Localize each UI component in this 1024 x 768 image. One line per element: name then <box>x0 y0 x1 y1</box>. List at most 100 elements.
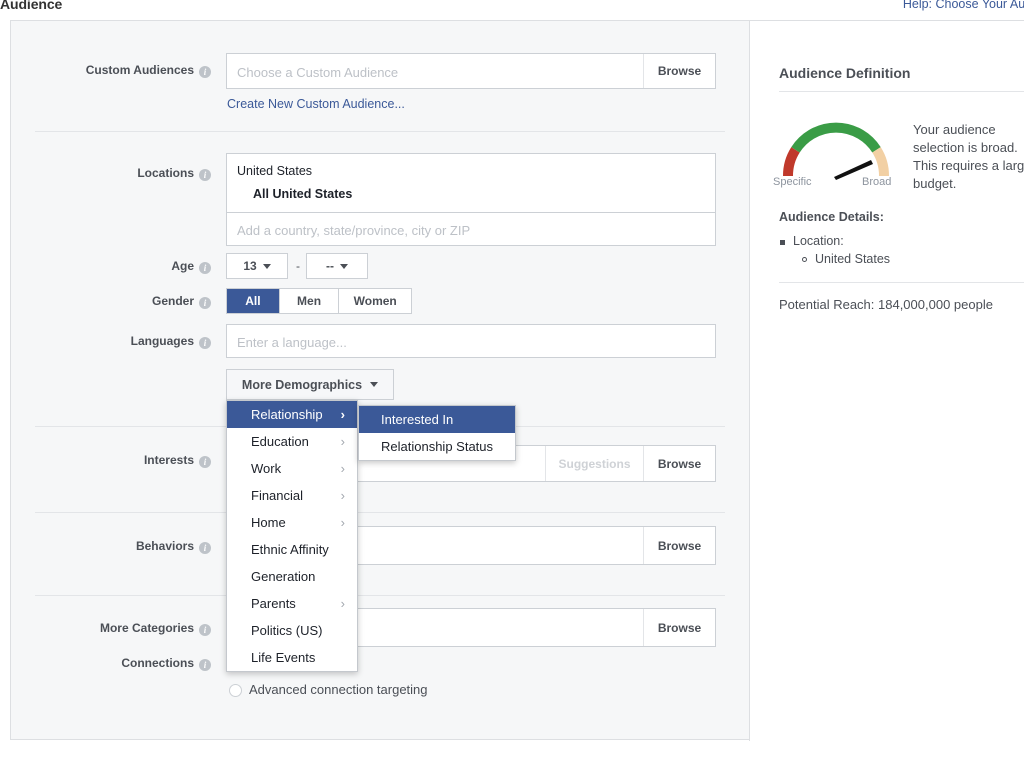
divider-3 <box>35 512 725 513</box>
info-icon-locations[interactable]: i <box>199 169 211 181</box>
info-icon-more-categories[interactable]: i <box>199 624 211 636</box>
chevron-right-icon: › <box>340 434 345 449</box>
menu-item-politics-us[interactable]: Politics (US) <box>227 617 357 644</box>
custom-audiences-field[interactable]: Choose a Custom Audience Browse <box>226 53 716 89</box>
audience-definition-title: Audience Definition <box>779 65 911 81</box>
audience-summary-text: Your audience selection is broad. This r… <box>913 122 1024 191</box>
divider-1 <box>35 131 725 132</box>
location-scope: All United States <box>253 187 353 201</box>
divider-4 <box>35 595 725 596</box>
languages-placeholder: Enter a language... <box>237 335 347 350</box>
age-max-select[interactable]: -- <box>306 253 368 279</box>
menu-item-education-label: Education <box>251 434 309 449</box>
gender-segmented-control: All Men Women <box>226 288 412 314</box>
info-icon-gender[interactable]: i <box>199 297 211 309</box>
submenu-item-relationship-status-label: Relationship Status <box>381 439 494 454</box>
languages-input[interactable]: Enter a language... <box>226 324 716 358</box>
gauge-label-broad: Broad <box>862 176 892 188</box>
behaviors-browse-button[interactable]: Browse <box>643 527 715 564</box>
audience-detail-category: Location: <box>780 234 844 248</box>
more-demographics-menu: Relationship › Education › Work › Financ… <box>226 400 358 672</box>
gender-option-women[interactable]: Women <box>338 289 411 313</box>
label-age: Age i <box>11 259 211 274</box>
advanced-connection-radio[interactable] <box>229 684 242 697</box>
interests-browse-button[interactable]: Browse <box>643 446 715 481</box>
chevron-right-icon: › <box>340 515 345 530</box>
label-gender-text: Gender <box>151 294 194 308</box>
gender-option-men[interactable]: Men <box>278 289 339 313</box>
menu-item-work-label: Work <box>251 461 282 476</box>
label-custom-audiences: Custom Audiences i <box>11 63 211 78</box>
menu-item-education[interactable]: Education › <box>227 428 357 455</box>
menu-item-life-events[interactable]: Life Events <box>227 644 357 671</box>
info-icon-connections[interactable]: i <box>199 659 211 671</box>
location-country: United States <box>237 164 313 178</box>
label-interests-text: Interests <box>143 453 194 467</box>
menu-item-financial[interactable]: Financial › <box>227 482 357 509</box>
menu-item-ethnic-affinity[interactable]: Ethnic Affinity <box>227 536 357 563</box>
label-behaviors: Behaviors i <box>11 539 211 554</box>
age-min-select[interactable]: 13 <box>226 253 288 279</box>
label-locations-text: Locations <box>137 166 194 180</box>
age-range-separator: - <box>296 259 300 273</box>
age-max-value: -- <box>326 259 334 273</box>
chevron-down-icon <box>370 382 379 387</box>
info-icon-behaviors[interactable]: i <box>199 542 211 554</box>
help-link[interactable]: Help: Choose Your Audience <box>903 0 1024 11</box>
gender-option-all[interactable]: All <box>227 289 279 313</box>
menu-item-financial-label: Financial <box>251 488 304 503</box>
menu-item-relationship[interactable]: Relationship › <box>227 401 357 428</box>
submenu-item-interested-in-label: Interested In <box>381 412 454 427</box>
chevron-down-icon <box>262 263 271 269</box>
chevron-right-icon: › <box>340 596 345 611</box>
label-custom-audiences-text: Custom Audiences <box>85 63 194 77</box>
locations-selection-box: United States All United States <box>226 153 716 213</box>
sidebar-divider-bottom <box>779 282 1024 283</box>
age-min-value: 13 <box>243 259 257 273</box>
info-icon-languages[interactable]: i <box>199 337 211 349</box>
label-more-categories-text: More Categories <box>99 621 194 635</box>
label-languages-text: Languages <box>130 334 194 348</box>
menu-item-home-label: Home <box>251 515 286 530</box>
menu-item-home[interactable]: Home › <box>227 509 357 536</box>
audience-gauge: Specific Broad <box>773 116 896 196</box>
potential-reach: Potential Reach: 184,000,000 people <box>779 297 993 312</box>
label-locations: Locations i <box>11 166 211 181</box>
interests-suggestions-button[interactable]: Suggestions <box>545 446 643 481</box>
ads-audience-screen: Audience Help: Choose Your Audience Audi… <box>0 0 1024 768</box>
label-gender: Gender i <box>11 294 211 309</box>
submenu-item-interested-in[interactable]: Interested In <box>359 406 515 433</box>
advanced-connection-label: Advanced connection targeting <box>249 682 428 697</box>
label-behaviors-text: Behaviors <box>135 539 194 553</box>
create-custom-audience-link[interactable]: Create New Custom Audience... <box>227 97 405 111</box>
custom-audiences-placeholder: Choose a Custom Audience <box>237 65 399 80</box>
sidebar-divider-top <box>779 91 1024 92</box>
gauge-svg <box>782 122 890 180</box>
chevron-down-icon <box>340 263 348 269</box>
page-title: Audience <box>0 0 63 12</box>
relationship-submenu: Interested In Relationship Status <box>358 405 516 461</box>
info-icon-custom-audiences[interactable]: i <box>199 66 211 78</box>
menu-item-generation[interactable]: Generation <box>227 563 357 590</box>
locations-placeholder: Add a country, state/province, city or Z… <box>237 223 471 238</box>
menu-item-parents[interactable]: Parents › <box>227 590 357 617</box>
menu-item-generation-label: Generation <box>251 569 316 584</box>
locations-input[interactable]: Add a country, state/province, city or Z… <box>226 212 716 246</box>
label-connections: Connections i <box>11 656 211 671</box>
audience-panel: Audience Definition Specific Broad Your … <box>10 20 1024 741</box>
custom-audiences-browse-button[interactable]: Browse <box>643 54 715 88</box>
audience-definition-pane: Audience Definition Specific Broad Your … <box>750 21 1024 741</box>
menu-item-work[interactable]: Work › <box>227 455 357 482</box>
menu-item-parents-label: Parents <box>251 596 296 611</box>
chevron-right-icon: › <box>340 407 345 422</box>
more-categories-browse-button[interactable]: Browse <box>643 609 715 646</box>
info-icon-interests[interactable]: i <box>199 456 211 468</box>
info-icon-age[interactable]: i <box>199 262 211 274</box>
chevron-right-icon: › <box>340 461 345 476</box>
submenu-item-relationship-status[interactable]: Relationship Status <box>359 433 515 460</box>
more-demographics-label: More Demographics <box>241 377 363 392</box>
menu-item-life-events-label: Life Events <box>251 650 316 665</box>
more-demographics-button[interactable]: More Demographics <box>226 369 394 400</box>
label-interests: Interests i <box>11 453 211 468</box>
chevron-right-icon: › <box>340 488 345 503</box>
